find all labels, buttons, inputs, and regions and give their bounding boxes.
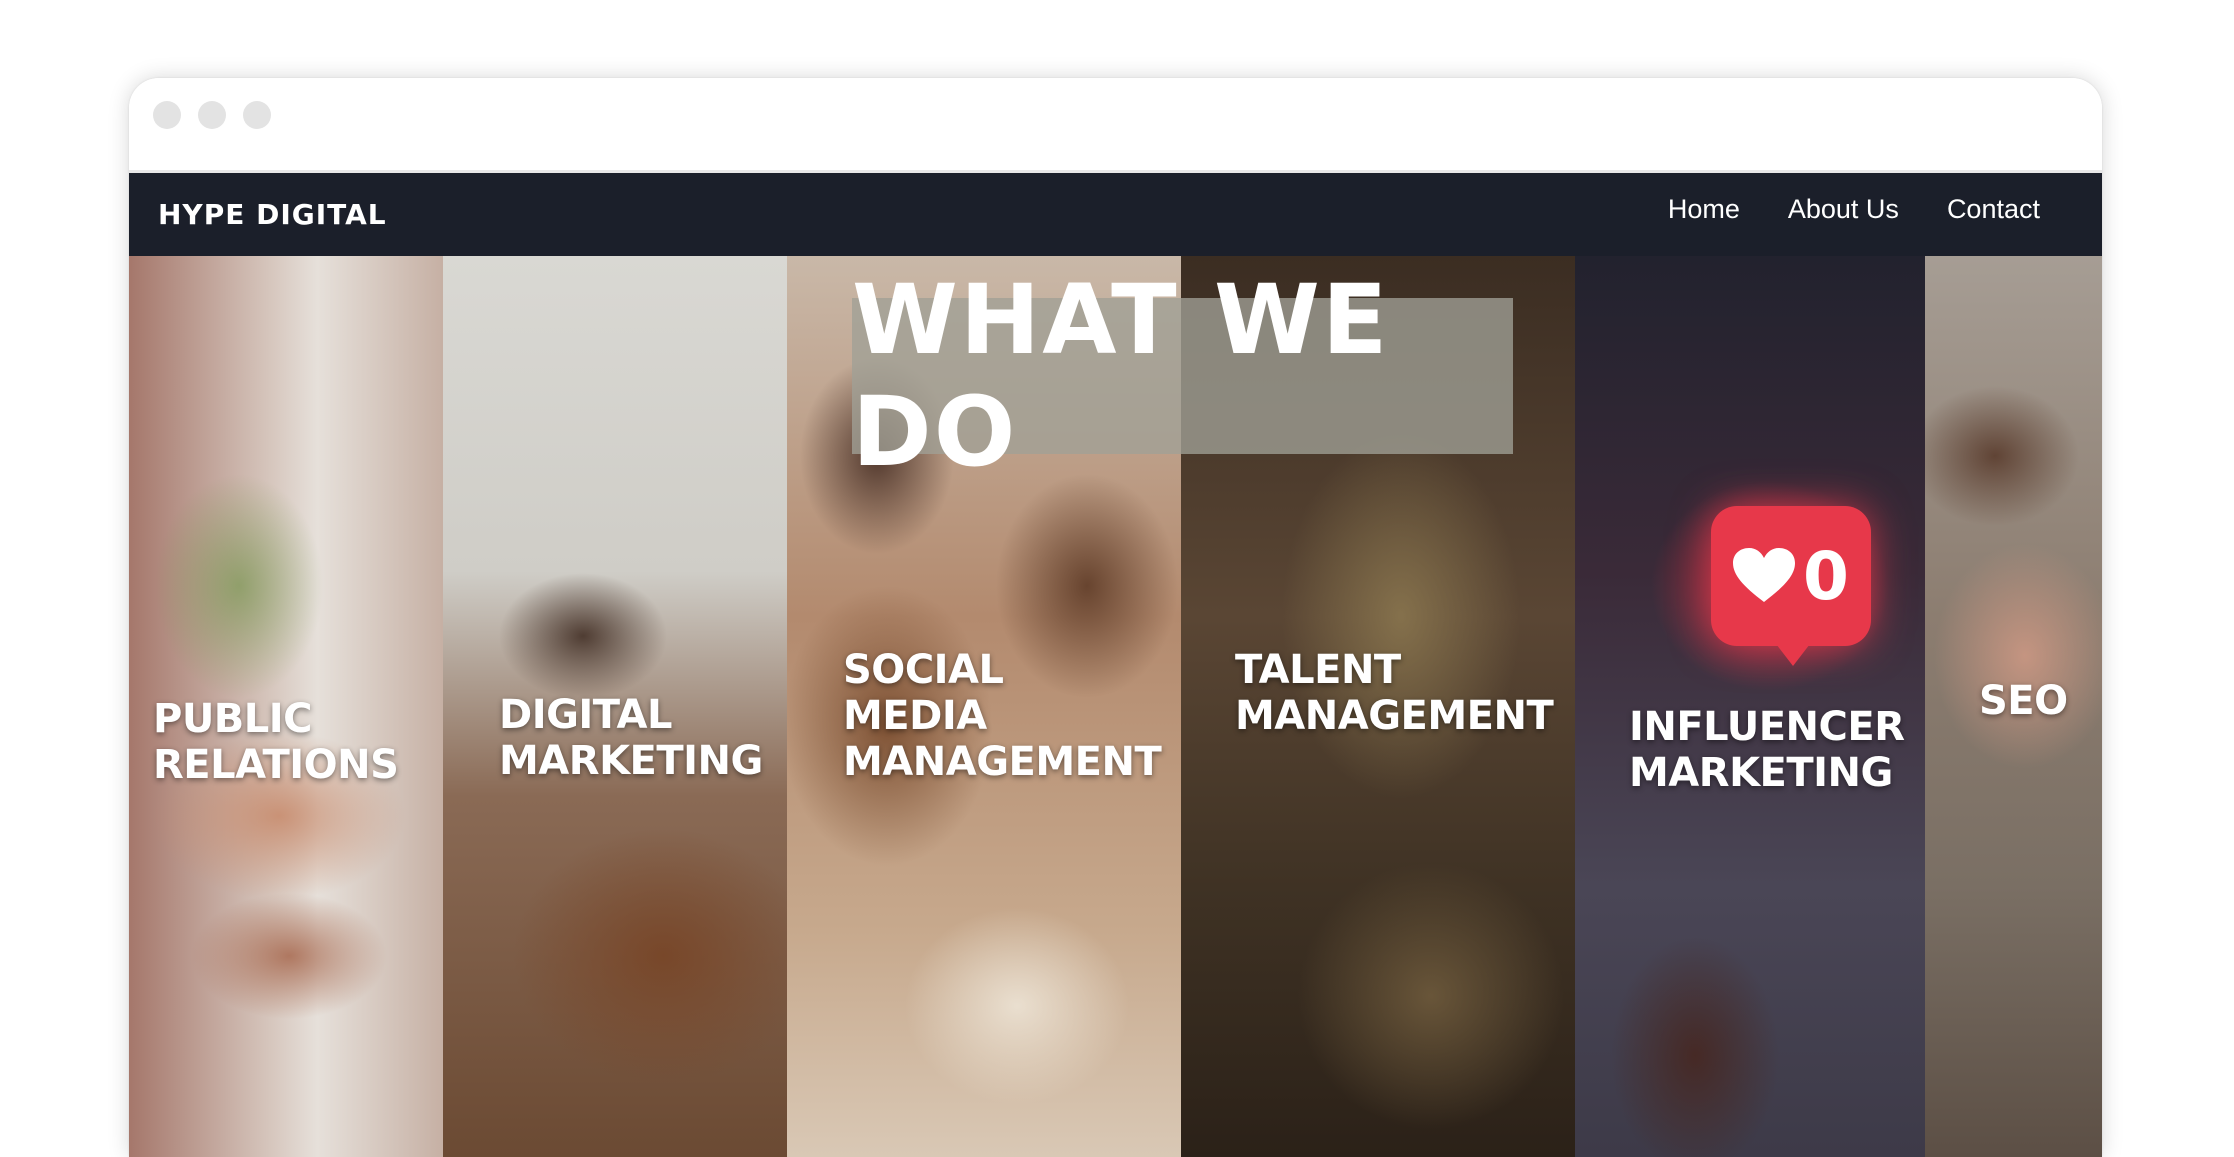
service-label: SEO [1979,678,2068,724]
heading-backdrop: WHAT WE DO [852,264,1513,488]
nav-links: Home About Us Contact [1668,185,2040,233]
nav-link-contact[interactable]: Contact [1947,194,2040,225]
service-label: DIGITAL MARKETING [499,692,763,784]
service-panel-seo[interactable]: SEO [1925,256,2102,1157]
window-close-button[interactable] [153,101,181,129]
service-panel-influencer-marketing[interactable]: 0 INFLUENCER MARKETING [1575,256,1925,1157]
service-panel-digital-marketing[interactable]: DIGITAL MARKETING [443,256,787,1157]
service-label: TALENT MANAGEMENT [1235,647,1554,739]
notification-count: 0 [1803,537,1849,615]
nav-link-about-us[interactable]: About Us [1788,194,1899,225]
window-maximize-button[interactable] [243,101,271,129]
service-panel-public-relations[interactable]: PUBLIC RELATIONS [129,256,443,1157]
navbar: HYPE DIGITAL Home About Us Contact [129,173,2102,256]
brand-logo[interactable]: HYPE DIGITAL [158,195,387,235]
section-heading: WHAT WE DO [852,264,1390,488]
notification-badge: 0 [1711,506,1871,666]
browser-window: HYPE DIGITAL Home About Us Contact PUBLI… [129,78,2102,1157]
services-hero: PUBLIC RELATIONS DIGITAL MARKETING SOCIA… [129,256,2102,1157]
heart-icon [1733,548,1796,602]
nav-link-home[interactable]: Home [1668,194,1740,225]
service-label: INFLUENCER MARKETING [1629,704,1905,796]
window-titlebar [129,78,2102,173]
service-label: SOCIAL MEDIA MANAGEMENT [843,647,1162,785]
service-label: PUBLIC RELATIONS [153,696,399,788]
window-minimize-button[interactable] [198,101,226,129]
